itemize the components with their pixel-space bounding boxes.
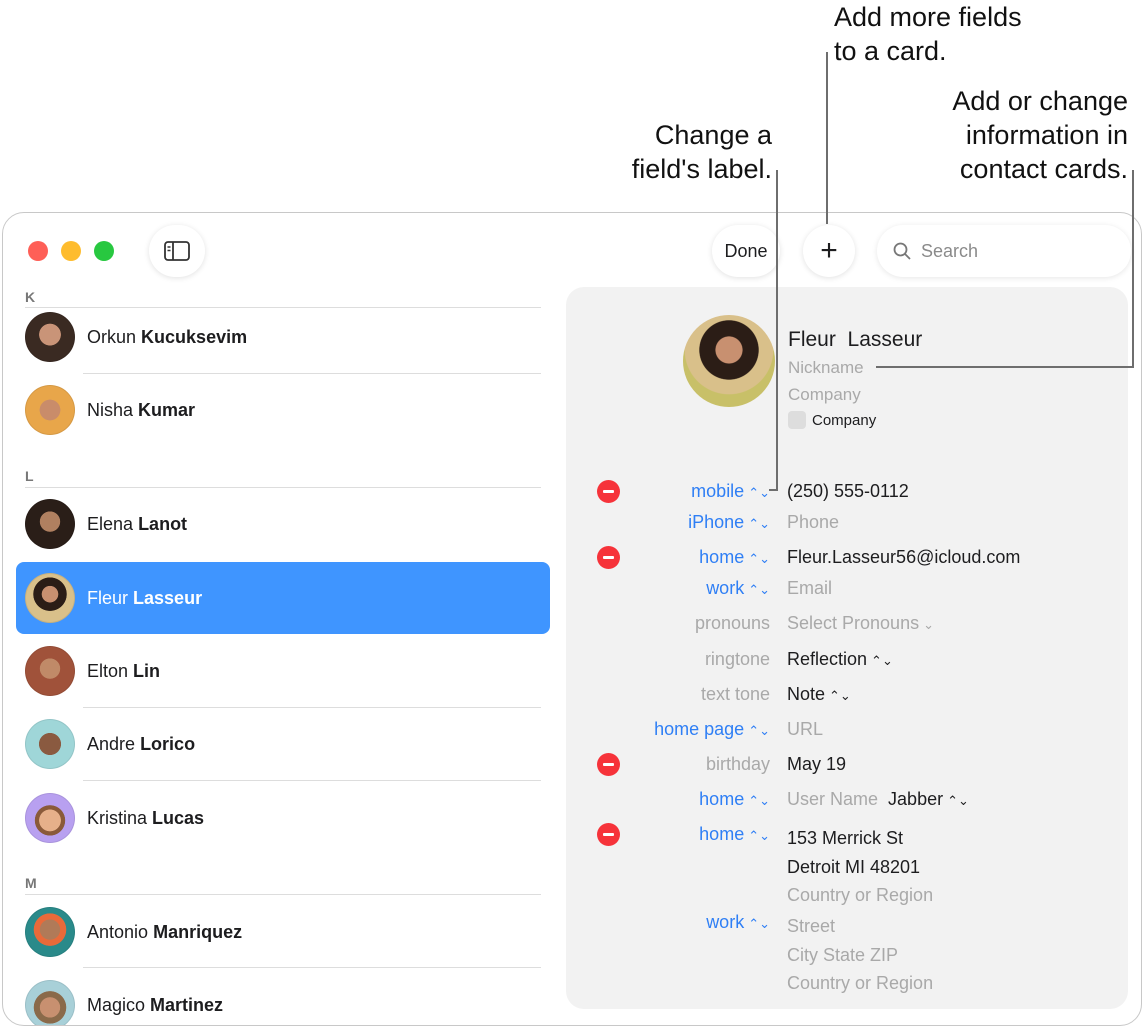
birthday-value[interactable]: May 19 — [787, 754, 846, 775]
search-input[interactable]: Search — [877, 225, 1131, 277]
pronouns-select[interactable]: Select Pronouns⌄ — [787, 613, 934, 634]
sidebar-toggle-button[interactable] — [149, 225, 205, 277]
callout-add-fields: Add more fieldsto a card. — [834, 0, 1022, 68]
contact-row[interactable]: Magico Martinez — [16, 982, 550, 1026]
text-tone-label: text tone — [701, 684, 770, 705]
contact-row-selected[interactable]: Fleur Lasseur — [16, 562, 550, 634]
delete-field-button[interactable] — [597, 823, 620, 846]
minimize-button[interactable] — [61, 241, 81, 261]
contact-row[interactable]: Antonio Manriquez — [16, 909, 550, 955]
avatar — [25, 499, 75, 549]
avatar — [25, 719, 75, 769]
phone-value[interactable]: (250) 555-0112 — [787, 481, 909, 502]
field-label-home-page[interactable]: home page⌃⌄ — [654, 719, 770, 740]
section-header: K — [25, 289, 35, 305]
field-label-iphone[interactable]: iPhone⌃⌄ — [688, 512, 770, 533]
ringtone-select[interactable]: Reflection⌃⌄ — [787, 649, 893, 670]
delete-field-button[interactable] — [597, 753, 620, 776]
delete-field-button[interactable] — [597, 480, 620, 503]
field-label-home-address[interactable]: home⌃⌄ — [699, 824, 770, 845]
url-placeholder[interactable]: URL — [787, 719, 823, 740]
contact-row[interactable]: Kristina Lucas — [16, 795, 550, 841]
field-label-home-im[interactable]: home⌃⌄ — [699, 789, 770, 810]
sidebar-icon — [164, 241, 190, 261]
search-icon — [893, 242, 911, 260]
contacts-window: Done + Search K Orkun Kucuksevim Nisha K… — [2, 212, 1142, 1026]
avatar — [25, 312, 75, 362]
email-value[interactable]: Fleur.Lasseur56@icloud.com — [787, 547, 1020, 568]
pronouns-label: pronouns — [695, 613, 770, 634]
field-label-mobile[interactable]: mobile⌃⌄ — [691, 481, 770, 502]
email-placeholder[interactable]: Email — [787, 578, 832, 599]
text-tone-select[interactable]: Note⌃⌄ — [787, 684, 851, 705]
field-label-work-address[interactable]: work⌃⌄ — [706, 912, 770, 933]
avatar — [25, 980, 75, 1026]
avatar — [25, 646, 75, 696]
phone-placeholder[interactable]: Phone — [787, 512, 839, 533]
contact-card: Fleur Lasseur Nickname Company Company m… — [566, 287, 1128, 1009]
add-field-button[interactable]: + — [803, 225, 855, 277]
callout-add-change: Add or changeinformation incontact cards… — [952, 84, 1128, 186]
zoom-button[interactable] — [94, 241, 114, 261]
nickname-field[interactable]: Nickname — [788, 358, 864, 378]
company-field[interactable]: Company — [788, 385, 861, 405]
home-address[interactable]: 153 Merrick StDetroit MI 48201Country or… — [787, 824, 933, 910]
im-field[interactable]: User Name Jabber⌃⌄ — [787, 789, 969, 810]
contact-row[interactable]: Elton Lin — [16, 648, 550, 694]
company-checkbox[interactable]: Company — [788, 411, 876, 429]
name-field[interactable]: Fleur Lasseur — [788, 328, 922, 352]
close-button[interactable] — [28, 241, 48, 261]
contact-photo[interactable] — [683, 315, 775, 407]
section-header: L — [25, 468, 34, 484]
work-address[interactable]: StreetCity State ZIPCountry or Region — [787, 912, 933, 998]
avatar — [25, 793, 75, 843]
field-label-home-email[interactable]: home⌃⌄ — [699, 547, 770, 568]
avatar — [25, 573, 75, 623]
callout-change-label: Change afield's label. — [632, 118, 772, 186]
avatar — [25, 385, 75, 435]
contact-row[interactable]: Orkun Kucuksevim — [16, 314, 550, 360]
delete-field-button[interactable] — [597, 546, 620, 569]
avatar — [25, 907, 75, 957]
done-button[interactable]: Done — [712, 225, 780, 277]
contact-row[interactable]: Andre Lorico — [16, 721, 550, 767]
search-placeholder: Search — [921, 241, 978, 262]
section-header: M — [25, 875, 37, 891]
field-label-work-email[interactable]: work⌃⌄ — [706, 578, 770, 599]
contact-row[interactable]: Nisha Kumar — [16, 387, 550, 433]
birthday-label: birthday — [706, 754, 770, 775]
contact-row[interactable]: Elena Lanot — [16, 501, 550, 547]
ringtone-label: ringtone — [705, 649, 770, 670]
